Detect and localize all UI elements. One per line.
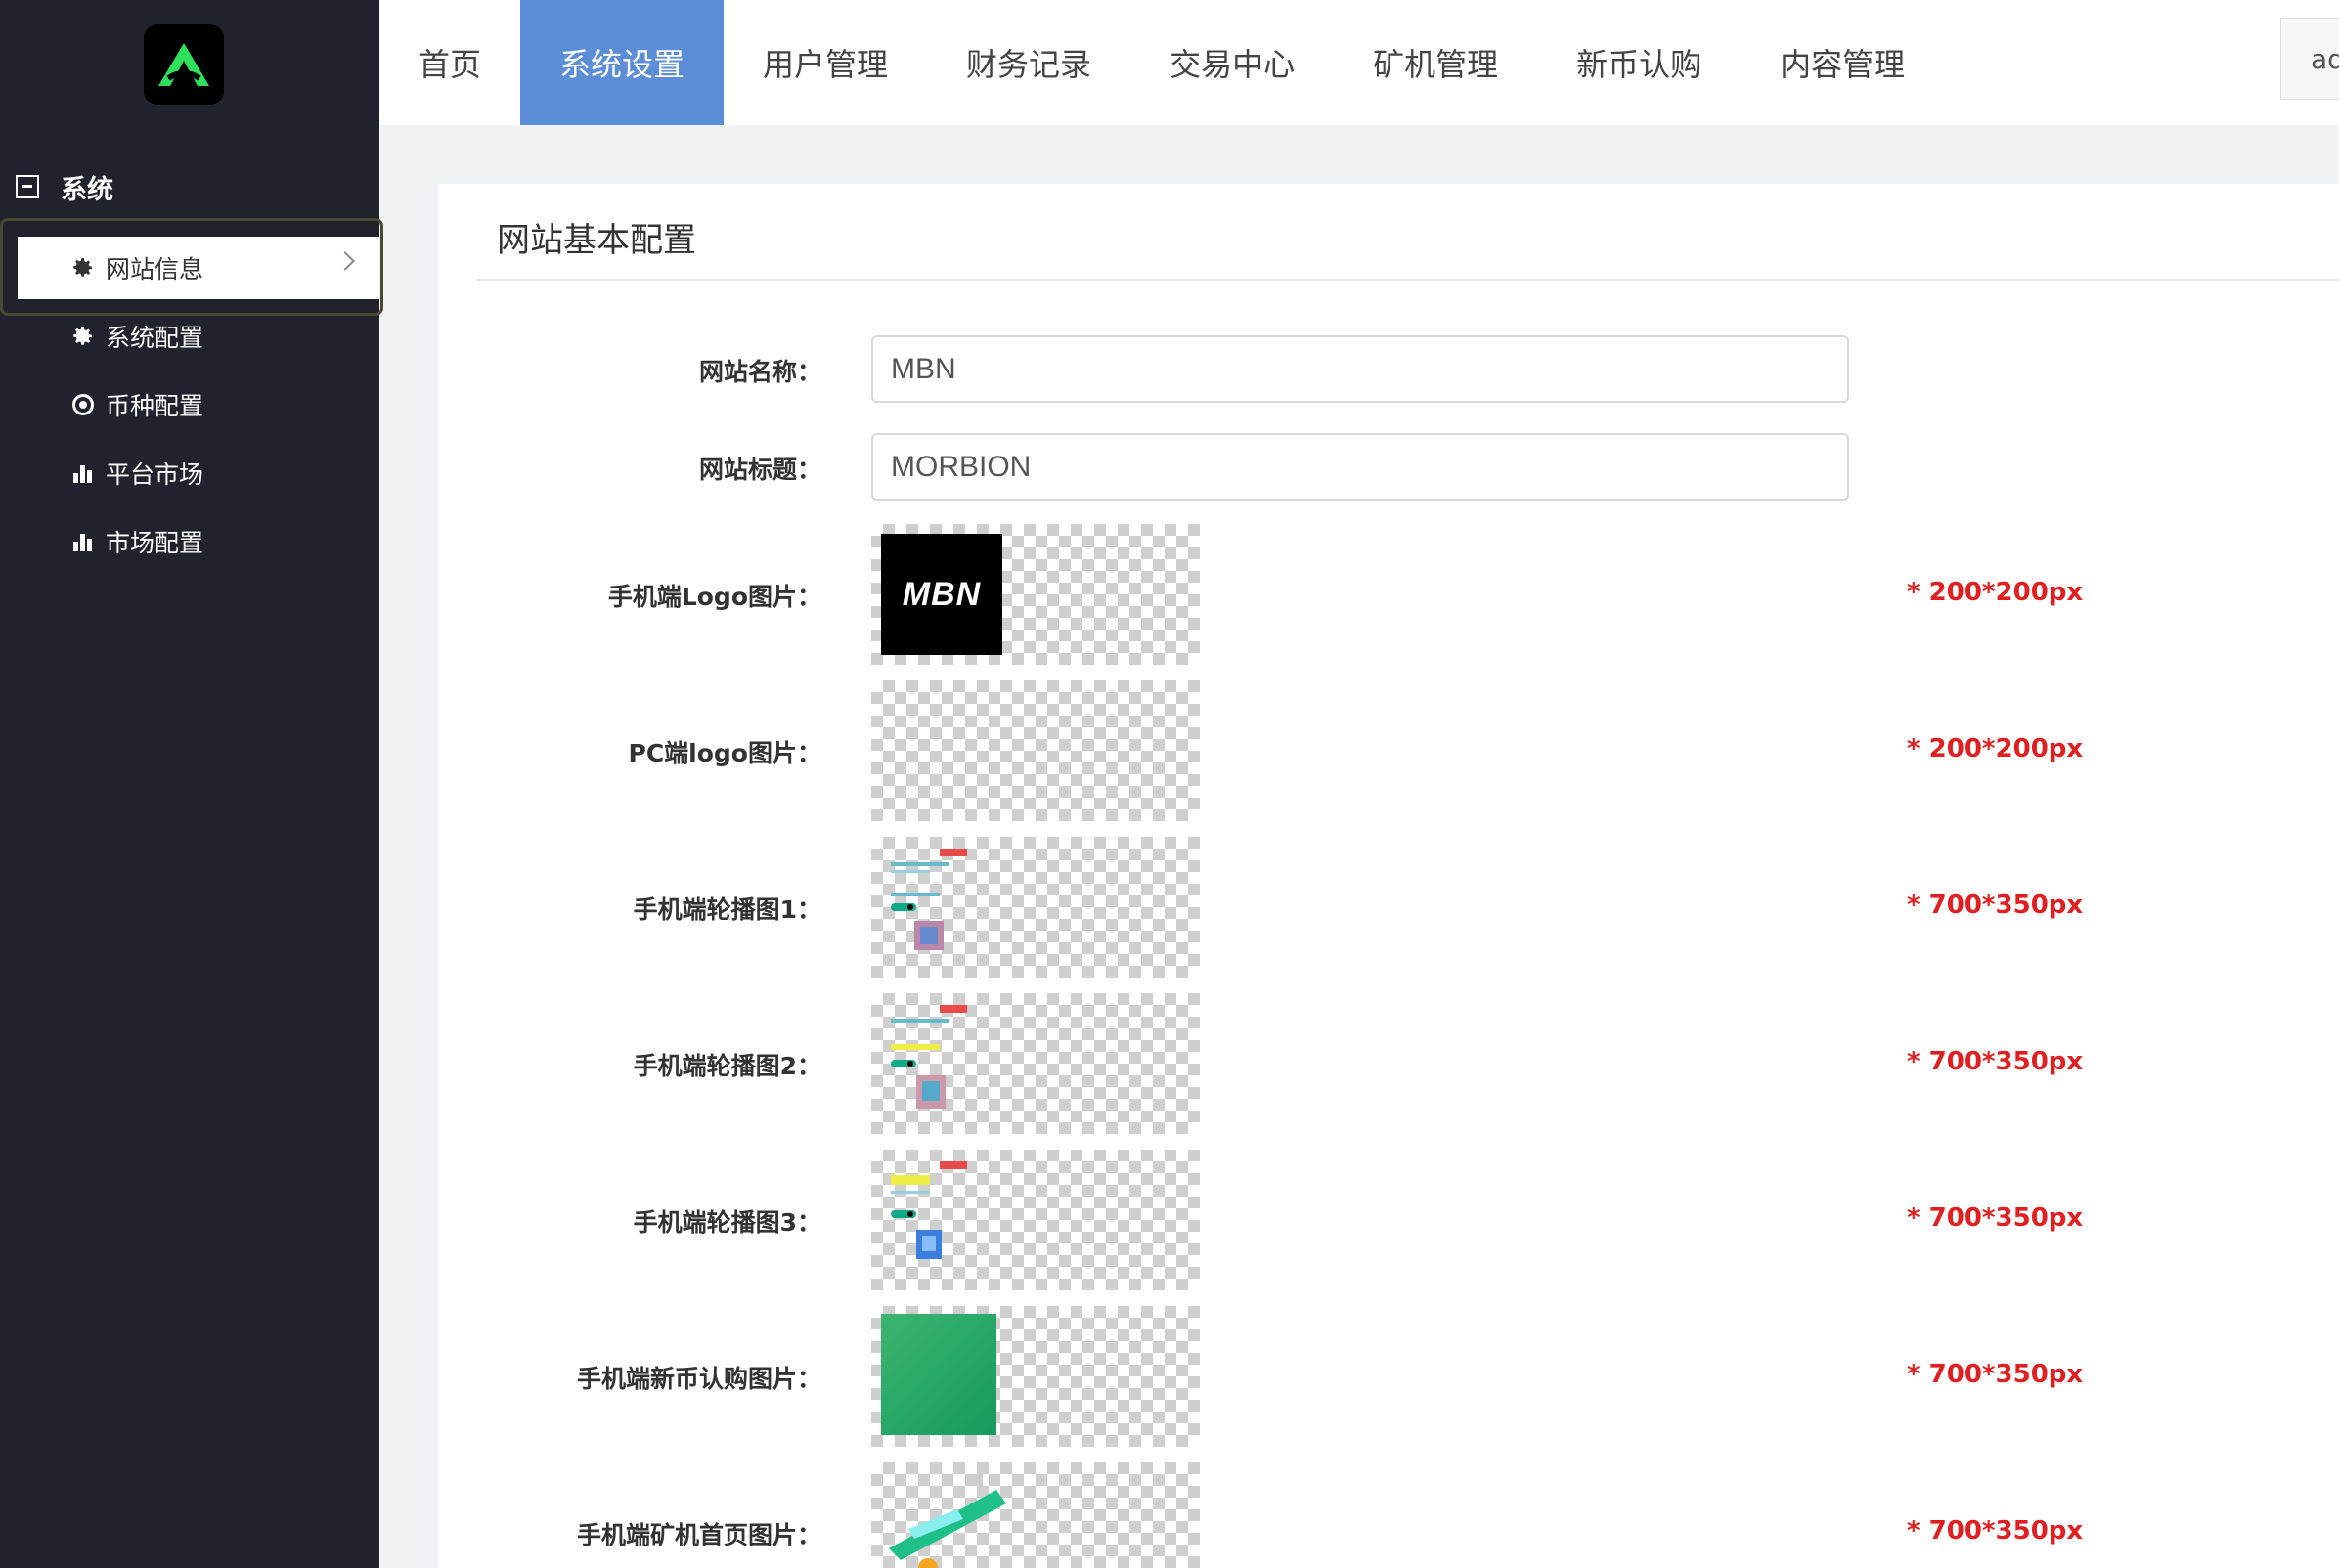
mobile-banner-1-image[interactable] — [871, 837, 1200, 978]
image-row-label: PC端logo图片： — [628, 739, 822, 767]
image-row-label: 手机端轮播图2： — [633, 1052, 821, 1080]
tab-trading-center[interactable]: 交易中心 — [1130, 0, 1334, 125]
size-hint: * 700*350px — [1907, 891, 2084, 920]
site-title-label: 网站标题： — [698, 456, 821, 484]
tab-system-settings[interactable]: 系统设置 — [520, 0, 725, 125]
tab-new-coin-subscription[interactable]: 新币认购 — [1537, 0, 1741, 125]
sidebar-item-label: 币种配置 — [106, 392, 204, 420]
sidebar: 系统 网站信息 系统配置 币种配置 平台市场 市场配置 — [0, 0, 383, 1568]
sidebar-item-system-config[interactable]: 系统配置 — [18, 305, 379, 368]
panel-title: 网站基本配置 — [497, 221, 696, 260]
banner-preview — [891, 1161, 967, 1259]
bar-chart-icon — [68, 530, 98, 553]
logo-preview: MBN — [881, 534, 1002, 655]
tab-finance-records[interactable]: 财务记录 — [927, 0, 1130, 125]
size-hint: * 700*350px — [1907, 1360, 2084, 1389]
sidebar-item-label: 网站信息 — [106, 255, 204, 283]
size-hint: * 200*200px — [1907, 734, 2084, 763]
mobile-banner-3-image[interactable] — [871, 1150, 1200, 1290]
bar-chart-icon — [68, 461, 98, 485]
sidebar-item-market-config[interactable]: 市场配置 — [18, 510, 379, 573]
divider — [477, 279, 2339, 281]
banner-preview — [891, 1005, 967, 1109]
image-row-label: 手机端轮播图1： — [633, 895, 821, 924]
sidebar-item-label: 市场配置 — [106, 529, 204, 557]
gear-icon — [68, 256, 98, 280]
target-icon — [68, 393, 98, 416]
logo-icon — [158, 43, 209, 86]
mobile-miner-home-image[interactable] — [871, 1462, 1200, 1568]
collapse-icon — [16, 175, 39, 198]
sidebar-item-coin-config[interactable]: 币种配置 — [18, 373, 379, 436]
sidebar-group-system[interactable]: 系统 — [16, 166, 113, 207]
mobile-new-coin-image[interactable] — [871, 1306, 1200, 1447]
size-hint: * 700*350px — [1907, 1203, 2084, 1233]
size-hint: * 700*350px — [1907, 1516, 2084, 1546]
pc-logo-image[interactable] — [871, 680, 1200, 821]
admin-app: 系统 网站信息 系统配置 币种配置 平台市场 市场配置 首页 系统设置 用户管理… — [0, 0, 2339, 1568]
sidebar-item-label: 系统配置 — [106, 324, 204, 352]
logo-preview-text: MBN — [902, 575, 982, 613]
sidebar-item-platform-market[interactable]: 平台市场 — [18, 442, 379, 504]
user-menu-button[interactable]: adr — [2280, 18, 2339, 100]
image-row-label: 手机端Logo图片： — [607, 583, 821, 611]
size-hint: * 700*350px — [1907, 1047, 2084, 1076]
banner-preview — [891, 849, 967, 950]
user-label: adr — [2311, 42, 2339, 75]
green-preview — [881, 1314, 996, 1435]
mobile-logo-image[interactable]: MBN — [871, 524, 1200, 665]
tab-home[interactable]: 首页 — [379, 0, 520, 125]
sidebar-item-label: 平台市场 — [106, 460, 204, 489]
gear-icon — [68, 325, 98, 348]
site-title-input[interactable]: MORBION — [871, 433, 1849, 501]
miner-preview — [889, 1474, 1006, 1568]
size-hint: * 200*200px — [1907, 578, 2084, 607]
image-row-label: 手机端轮播图3： — [633, 1208, 821, 1237]
site-name-label: 网站名称： — [698, 358, 821, 386]
chevron-right-icon — [335, 251, 355, 271]
image-row-label: 手机端新币认购图片： — [576, 1365, 821, 1393]
image-row-label: 手机端矿机首页图片： — [576, 1521, 821, 1549]
app-logo[interactable] — [144, 24, 224, 105]
sidebar-item-site-info[interactable]: 网站信息 — [18, 237, 379, 299]
site-name-input[interactable]: MBN — [871, 335, 1849, 403]
tab-miner-management[interactable]: 矿机管理 — [1334, 0, 1537, 125]
tab-user-management[interactable]: 用户管理 — [724, 0, 927, 125]
sidebar-group-label: 系统 — [61, 174, 113, 205]
top-nav: 首页 系统设置 用户管理 财务记录 交易中心 矿机管理 新币认购 内容管理 ad… — [379, 0, 2339, 125]
mobile-banner-2-image[interactable] — [871, 993, 1200, 1134]
tab-content-management[interactable]: 内容管理 — [1741, 0, 1944, 125]
